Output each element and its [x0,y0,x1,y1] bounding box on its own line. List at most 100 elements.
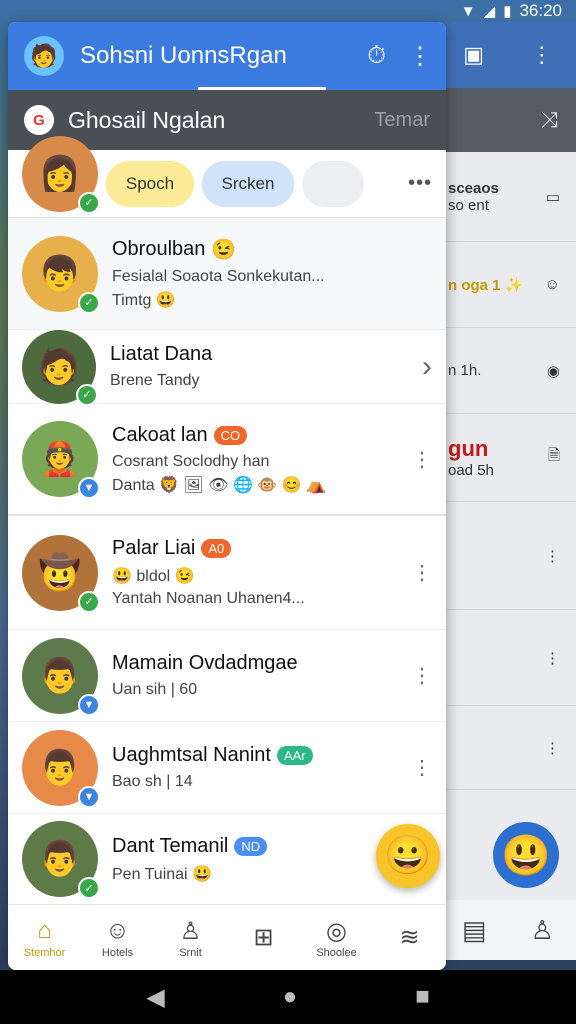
list-item[interactable]: 🧑 ✓ Liatat Dana Brene Tandy › [8,329,446,406]
nav-item-home[interactable]: ⌂ Stemhor [11,917,79,959]
contact-subtitle: Brene Tandy [110,372,200,389]
contact-subtitle: Uan sih | 60 [112,681,198,698]
background-row-sub: n 1h. [448,362,482,379]
system-nav-bar: ◀ ● ■ [0,970,576,1024]
more-vert-icon[interactable]: ⋮ [408,42,432,71]
background-row-title: gun [448,436,489,461]
list-item[interactable]: 👨 ▼ Uaghmtsal Nanint AAr Bao sh | 14 ⋮ [8,722,446,814]
background-subbar: ⤨ [440,88,576,152]
chip-spoch[interactable]: Spoch [106,160,194,207]
list-item[interactable]: 👦 ✓ Obroulban 😉 Fesialal Soaota Sonkekutan… [8,218,446,330]
background-app: ▣ ⋮ ⤨ sceaos so ent ▭ n oga 1 ✨ ☺ n 1h. ◉… [440,22,576,960]
chevron-right-icon[interactable]: › [422,350,432,384]
verified-badge-icon: ▼ [78,693,100,716]
contact-tag: A0 [201,539,232,558]
avatar: 👨 ▼ [22,637,100,716]
list-item[interactable]: 👲 ▼ Cakoat lan CO Cosrant Soclodhy han Dan… [8,404,446,516]
chip-srcken[interactable]: Srcken [202,160,294,207]
contact-name: Mamain Ovdadmgae [112,652,298,674]
more-vert-icon[interactable]: ⋮ [412,560,432,585]
background-fab[interactable]: 😃 [493,822,559,888]
more-vert-icon[interactable]: ⋮ [412,663,432,688]
compass-icon: ◎ [326,917,347,945]
filter-chip-row: 👩 ✓ Spoch Srcken ••• [8,135,446,218]
more-vert-icon[interactable]: ⋮ [412,447,432,472]
nav-item-grid[interactable]: ⊞ [230,923,298,953]
smiley-icon: 😀 [384,835,432,877]
verified-badge-icon: ▼ [78,785,100,808]
contact-tag: ND [234,836,268,856]
timer-icon[interactable]: ⏱ [367,42,386,70]
eye-icon[interactable]: ◉ [547,362,560,380]
nav-item-explore[interactable]: ◎ Shoolee [303,917,371,959]
chip-empty[interactable] [302,160,364,207]
avatar[interactable]: 👩 ✓ [22,135,100,214]
more-vert-icon[interactable]: ⋮ [412,755,432,780]
background-row[interactable]: ⋮ [440,502,576,610]
bottom-nav: ⌂ Stemhor ☺ Hotels ♙ Srnit ⊞ ◎ Shoolee ≋ [8,904,446,970]
smiley-icon: 😃 [501,833,551,878]
wave-icon: ≋ [399,923,420,951]
smile-icon[interactable]: ☺ [545,276,560,293]
contact-subtitle: Bao sh | 14 [112,773,193,790]
contact-status: Yantah Noanan Uhanen4... [112,590,305,607]
more-vert-icon[interactable]: ⋮ [531,42,553,68]
face-icon: ☺ [105,916,130,944]
nav-label: Shoolee [316,946,357,959]
doc-icon[interactable]: 🗎 [548,445,560,470]
chat-icon[interactable]: ▭ [546,188,560,206]
contact-status: Timtg 😃 [112,292,176,309]
chat-icon[interactable]: ▣ [463,42,484,68]
battery-icon: ▮ [503,3,512,20]
list-item[interactable]: 🤠 ✓ Palar Liai A0 😃 bldol 😉 Yantah Noanan … [8,516,446,630]
background-row[interactable]: ⋮ [440,706,576,790]
online-badge-icon: ✓ [78,590,100,613]
background-row[interactable]: sceaos so ent ▭ [440,152,576,242]
contact-subtitle: 😃 bldol 😉 [112,568,195,585]
avatar: 🤠 ✓ [22,534,100,613]
contact-tag: AAr [276,746,313,765]
nav-item-hotels[interactable]: ☺ Hotels [84,917,152,959]
nav-item-more[interactable]: ≋ [376,923,444,953]
background-bottom-nav: ▤ ♙ [440,900,576,960]
background-row[interactable]: ⋮ [440,610,576,706]
person-icon: ♙ [179,917,202,945]
person-icon[interactable]: ♙ [531,915,554,946]
contact-name: Liatat Dana [110,343,213,365]
contact-status: Danta 🦁 🖼 👁 🌐 🐵 😊 ⛺ [112,476,327,494]
background-appbar: ▣ ⋮ [440,22,576,88]
home-button-icon[interactable]: ● [283,983,298,1011]
app-title: Sohsni UonnsRgan [80,42,287,69]
avatar: 👲 ▼ [22,421,100,499]
status-time: 36:20 [519,1,562,20]
background-row-sub: oad 5h [448,462,494,479]
online-badge-icon: ✓ [78,291,100,314]
frame-icon[interactable]: ▤ [462,915,487,946]
account-right-text[interactable]: Temar [374,109,430,132]
grid-icon: ⊞ [253,923,274,951]
compose-fab[interactable]: 😀 [376,824,440,888]
nav-item-profile[interactable]: ♙ Srnit [157,917,225,959]
shuffle-icon[interactable]: ⤨ [540,107,558,133]
back-icon[interactable]: ◀ [146,983,164,1012]
app-logo-icon[interactable]: 🧑 [24,36,64,76]
google-logo-icon: G [24,105,54,135]
nav-label: Srnit [179,946,202,959]
more-icon[interactable]: ⋮ [545,547,560,565]
list-item[interactable]: 👨 ▼ Mamain Ovdadmgae Uan sih | 60 ⋮ [8,630,446,722]
nav-label: Hotels [101,946,134,959]
nav-label: Stemhor [23,946,66,959]
app-panel: 🧑 Sohsni UonnsRgan ⏱ ⋮ G Ghosail Ngalan … [8,22,446,970]
background-row[interactable]: n oga 1 ✨ ☺ [440,242,576,328]
more-icon[interactable]: ⋮ [545,739,560,757]
background-row[interactable]: gun oad 5h 🗎 [440,414,576,502]
online-badge-icon: ✓ [78,191,100,214]
account-title: Ghosail Ngalan [68,106,226,133]
contact-name: Cakoat lan [112,423,208,446]
more-icon[interactable]: ⋮ [545,649,560,667]
home-icon: ⌂ [37,916,52,944]
avatar: 🧑 ✓ [22,329,98,406]
background-row[interactable]: n 1h. ◉ [440,328,576,414]
more-horiz-icon[interactable]: ••• [408,172,432,195]
recents-icon[interactable]: ■ [415,983,430,1011]
